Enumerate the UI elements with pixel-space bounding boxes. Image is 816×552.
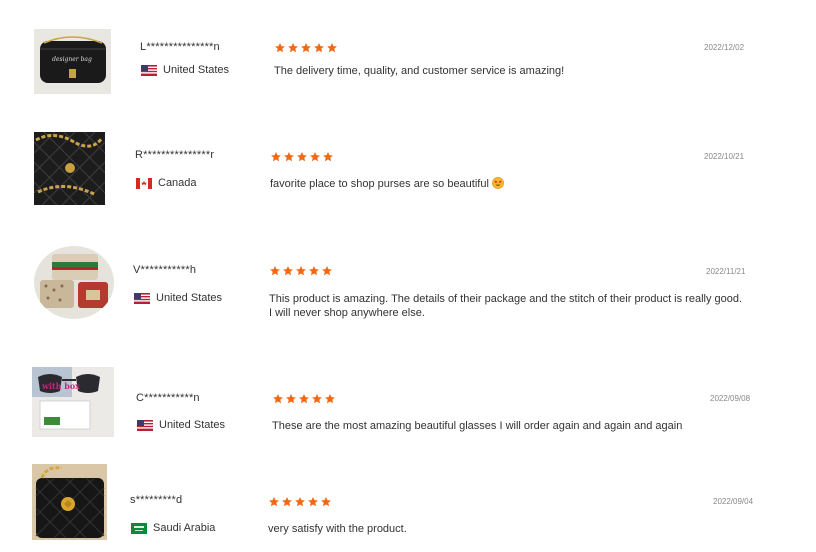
star-icon: [274, 42, 286, 54]
star-icon: [269, 265, 281, 277]
star-icon: [326, 42, 338, 54]
star-icon: [324, 393, 336, 405]
reviewer-country: Canada: [136, 177, 197, 189]
star-icon: [272, 393, 284, 405]
reviewer-country: Saudi Arabia: [131, 522, 215, 534]
glasses-box-thumbnail[interactable]: with box: [32, 367, 114, 437]
quilted-chain-bag-thumbnail[interactable]: [34, 132, 105, 205]
sa-flag-icon: [131, 522, 147, 534]
us-flag-icon: [134, 292, 150, 304]
star-icon: [308, 265, 320, 277]
review-text-line2: I will never shop anywhere else.: [269, 307, 425, 319]
review-text-block: This product is amazing. The details of …: [269, 292, 769, 320]
black-bag-thumbnail[interactable]: designer bag: [34, 29, 111, 94]
us-flag-icon: [141, 64, 157, 76]
star-icon: [282, 265, 294, 277]
review-date: 2022/09/04: [713, 497, 754, 506]
star-icon: [309, 151, 321, 163]
review-date: 2022/09/08: [710, 394, 751, 403]
review-text: The delivery time, quality, and customer…: [274, 65, 565, 77]
review-date: 2022/11/21: [706, 267, 746, 276]
review-date: 2022/12/02: [704, 43, 745, 52]
star-icon: [295, 265, 307, 277]
star-icon: [270, 151, 282, 163]
star-icon: [307, 496, 319, 508]
star-rating: [268, 496, 332, 508]
country-label: United States: [156, 292, 223, 304]
review-date: 2022/10/21: [704, 152, 745, 161]
reviewer-name: L***************n: [140, 41, 220, 53]
black-quilted-bag-thumbnail[interactable]: [32, 464, 107, 540]
star-icon: [320, 496, 332, 508]
review-text: This product is amazing. The details of …: [269, 293, 743, 305]
star-icon: [311, 393, 323, 405]
star-icon: [321, 265, 333, 277]
review-text: favorite place to shop purses are so bea…: [270, 178, 489, 190]
star-icon: [298, 393, 310, 405]
star-icon: [296, 151, 308, 163]
star-icon: [285, 393, 297, 405]
country-label: United States: [159, 419, 226, 431]
star-icon: [313, 42, 325, 54]
country-label: Canada: [158, 177, 197, 189]
review-text: very satisfy with the product.: [268, 523, 407, 535]
star-struck-emoji-icon: [492, 177, 504, 189]
star-rating: [272, 393, 336, 405]
country-label: Saudi Arabia: [153, 522, 216, 534]
bags-round-thumbnail[interactable]: [34, 246, 114, 319]
reviewer-country: United States: [137, 419, 225, 431]
star-icon: [300, 42, 312, 54]
country-label: United States: [163, 64, 230, 76]
ca-flag-icon: [136, 177, 152, 189]
star-icon: [283, 151, 295, 163]
thumb-label: designer bag: [52, 56, 92, 63]
reviewer-country: United States: [141, 64, 229, 76]
star-icon: [294, 496, 306, 508]
reviewer-name: V***********h: [133, 264, 197, 276]
star-icon: [287, 42, 299, 54]
reviewer-name: s*********d: [130, 494, 183, 506]
thumb-label: with box: [41, 381, 80, 391]
star-icon: [268, 496, 280, 508]
reviewer-name: R***************r: [135, 149, 215, 161]
star-rating: [269, 265, 333, 277]
star-rating: [274, 42, 338, 54]
us-flag-icon: [137, 419, 153, 431]
reviewer-name: C***********n: [136, 392, 200, 404]
star-icon: [322, 151, 334, 163]
reviewer-country: United States: [134, 292, 222, 304]
review-text-wrap: favorite place to shop purses are so bea…: [270, 177, 504, 191]
star-icon: [281, 496, 293, 508]
review-text: These are the most amazing beautiful gla…: [272, 420, 683, 432]
star-rating: [270, 151, 334, 163]
